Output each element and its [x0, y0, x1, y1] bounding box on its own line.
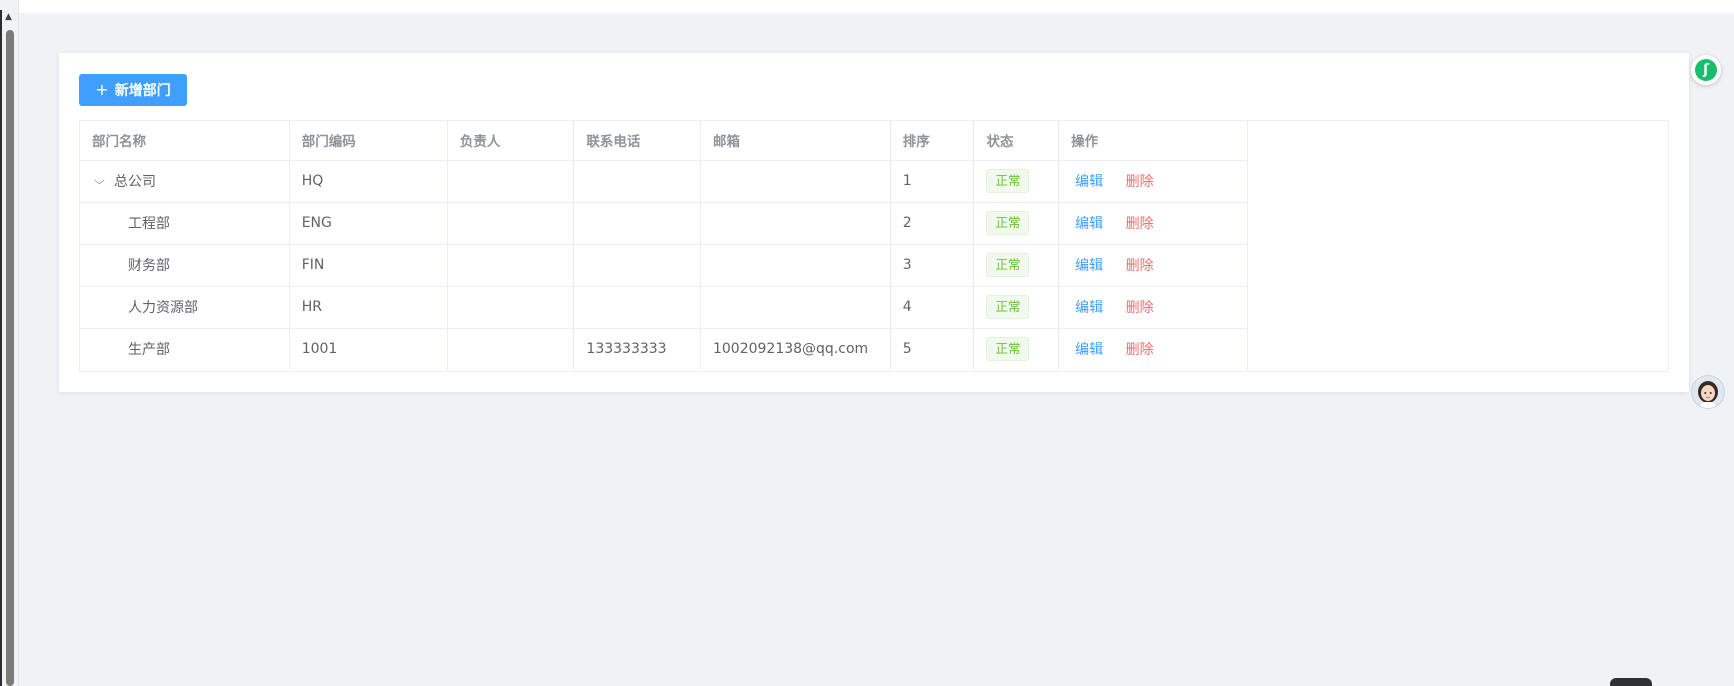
delete-button[interactable]: 删除 — [1126, 216, 1154, 232]
dept-phone — [573, 202, 701, 245]
dept-name: 财务部 — [128, 258, 170, 274]
department-table: 部门名称 部门编码 负责人 联系电话 邮箱 排序 状态 操作 ⌵ 总公司 HQ … — [79, 120, 1669, 372]
dept-leader — [447, 202, 575, 245]
header-email: 邮箱 — [700, 121, 891, 161]
dept-actions: 编辑 删除 — [1058, 202, 1248, 245]
dept-sort: 1 — [890, 160, 975, 203]
dept-name-cell: 工程部 — [80, 202, 290, 245]
avatar-face-icon — [1698, 381, 1718, 408]
dept-code: 1001 — [289, 328, 448, 370]
dept-leader — [447, 244, 575, 287]
avatar-icon[interactable] — [1691, 375, 1725, 409]
dept-leader — [447, 160, 575, 203]
add-department-button[interactable]: + 新增部门 — [79, 74, 187, 106]
chevron-down-icon[interactable]: ⌵ — [94, 174, 112, 188]
floating-toolbox[interactable] — [1610, 678, 1652, 686]
top-bar — [18, 0, 1734, 13]
edit-button[interactable]: 编辑 — [1075, 174, 1103, 190]
dept-status-cell: 正常 — [973, 286, 1060, 329]
dept-email — [700, 202, 891, 245]
dept-name-cell: ⌵ 总公司 — [80, 160, 290, 203]
scroll-up-icon[interactable]: ▲ — [5, 13, 12, 22]
dept-phone: 133333333 — [573, 328, 701, 370]
table-header-row: 部门名称 部门编码 负责人 联系电话 邮箱 排序 状态 操作 — [80, 121, 1248, 161]
header-actions: 操作 — [1058, 121, 1248, 161]
table-row: 生产部 1001 133333333 1002092138@qq.com 5 正… — [80, 328, 1248, 370]
edit-button[interactable]: 编辑 — [1075, 258, 1103, 274]
dept-actions: 编辑 删除 — [1058, 160, 1248, 203]
dept-phone — [573, 244, 701, 287]
edit-button[interactable]: 编辑 — [1075, 342, 1103, 358]
dept-code: HR — [289, 286, 448, 329]
dept-leader — [447, 328, 575, 370]
dept-name: 总公司 — [114, 174, 156, 190]
dept-actions: 编辑 删除 — [1058, 328, 1248, 370]
status-badge: 正常 — [986, 337, 1030, 362]
dept-status-cell: 正常 — [973, 202, 1060, 245]
edit-button[interactable]: 编辑 — [1075, 300, 1103, 316]
dept-sort: 2 — [890, 202, 975, 245]
header-dept-name: 部门名称 — [80, 121, 290, 161]
dept-status-cell: 正常 — [973, 328, 1060, 370]
dept-code: HQ — [289, 160, 448, 203]
department-card: + 新增部门 部门名称 部门编码 负责人 联系电话 邮箱 排序 状态 操作 ⌵ … — [59, 53, 1689, 392]
logo-icon[interactable]: ʃ — [1691, 55, 1721, 85]
dept-phone — [573, 286, 701, 329]
dept-phone — [573, 160, 701, 203]
status-badge: 正常 — [986, 211, 1030, 235]
dept-name: 生产部 — [128, 342, 170, 359]
edit-button[interactable]: 编辑 — [1075, 216, 1103, 232]
dept-name: 人力资源部 — [128, 300, 198, 316]
dept-code: ENG — [289, 202, 448, 245]
status-badge: 正常 — [986, 295, 1030, 319]
dept-name: 工程部 — [128, 216, 170, 232]
scrollbar[interactable]: ▲ — [0, 0, 19, 686]
status-badge: 正常 — [986, 253, 1030, 277]
header-sort: 排序 — [890, 121, 975, 161]
dept-status-cell: 正常 — [973, 160, 1060, 203]
dept-sort: 5 — [890, 328, 975, 370]
dept-sort: 4 — [890, 286, 975, 329]
delete-button[interactable]: 删除 — [1126, 342, 1154, 358]
dept-name-cell: 生产部 — [80, 328, 290, 370]
dept-status-cell: 正常 — [973, 244, 1060, 287]
header-leader: 负责人 — [447, 121, 575, 161]
header-phone: 联系电话 — [573, 121, 701, 161]
delete-button[interactable]: 删除 — [1126, 258, 1154, 274]
dept-actions: 编辑 删除 — [1058, 286, 1248, 329]
add-department-label: 新增部门 — [114, 83, 171, 99]
table-row: 工程部 ENG 2 正常 编辑 删除 — [80, 202, 1248, 245]
status-badge: 正常 — [986, 169, 1030, 193]
header-dept-code: 部门编码 — [289, 121, 448, 161]
scrollbar-thumb[interactable] — [6, 30, 14, 686]
dept-name-cell: 人力资源部 — [80, 286, 290, 329]
dept-code: FIN — [289, 244, 448, 287]
dept-leader — [447, 286, 575, 329]
dept-sort: 3 — [890, 244, 975, 287]
scrollbar-edge — [0, 10, 2, 686]
dept-email: 1002092138@qq.com — [700, 328, 891, 370]
table-row: 人力资源部 HR 4 正常 编辑 删除 — [80, 286, 1248, 329]
header-status: 状态 — [973, 121, 1060, 161]
dept-email — [700, 286, 891, 329]
plus-icon: + — [95, 80, 109, 99]
delete-button[interactable]: 删除 — [1126, 174, 1154, 190]
delete-button[interactable]: 删除 — [1126, 300, 1154, 316]
dept-name-cell: 财务部 — [80, 244, 290, 287]
dept-email — [700, 244, 891, 287]
dept-actions: 编辑 删除 — [1058, 244, 1248, 287]
dept-email — [700, 160, 891, 203]
logo-mark: ʃ — [1695, 59, 1717, 81]
table-row: 财务部 FIN 3 正常 编辑 删除 — [80, 244, 1248, 287]
table-row: ⌵ 总公司 HQ 1 正常 编辑 删除 — [80, 160, 1248, 203]
